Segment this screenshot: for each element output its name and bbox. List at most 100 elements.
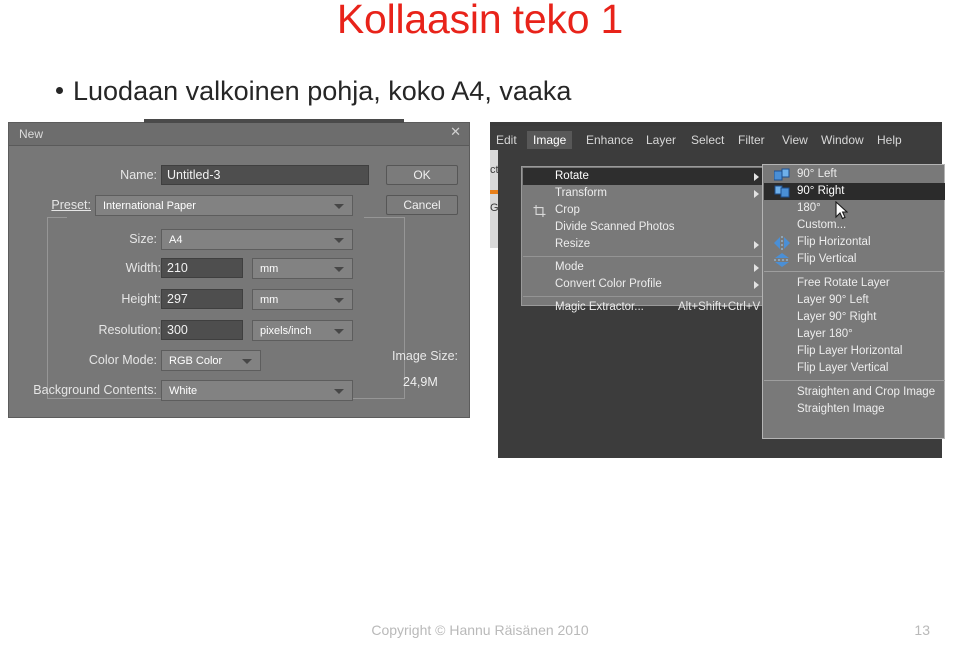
submenu-item-label: Flip Layer Horizontal <box>797 345 903 357</box>
submenu-item-layer-90-right[interactable]: Layer 90° Right <box>764 309 945 326</box>
menu-image[interactable]: Image <box>527 131 573 149</box>
menu-layer[interactable]: Layer <box>640 131 682 149</box>
width-label: Width: <box>125 261 161 275</box>
menu-enhance[interactable]: Enhance <box>580 131 639 149</box>
chevron-down-icon <box>242 359 252 364</box>
chevron-down-icon <box>334 329 344 334</box>
menu-item-label: Mode <box>555 261 584 273</box>
bullet-dot-icon <box>56 87 63 95</box>
height-unit-value: mm <box>260 294 279 306</box>
menu-item-label: Resize <box>555 238 591 250</box>
resolution-unit-dropdown[interactable]: pixels/inch <box>252 320 353 341</box>
submenu-item-label: Flip Vertical <box>797 253 857 265</box>
submenu-item-custom[interactable]: Custom... <box>764 217 945 234</box>
menu-item-mode[interactable]: Mode <box>523 259 766 276</box>
width-unit-dropdown[interactable]: mm <box>252 258 353 279</box>
height-label: Height: <box>121 292 161 306</box>
menu-view[interactable]: View <box>776 131 814 149</box>
menu-divider <box>523 296 766 297</box>
submenu-item-90-right[interactable]: 90° Right <box>764 183 945 200</box>
submenu-item-straighten-and-crop-image[interactable]: Straighten and Crop Image <box>764 384 945 401</box>
image-menu-dropdown: Rotate Transform Crop Divide Scanned Pho… <box>521 166 766 313</box>
submenu-item-straighten-image[interactable]: Straighten Image <box>764 401 945 418</box>
submenu-item-label: Free Rotate Layer <box>797 277 890 289</box>
submenu-item-label: Straighten Image <box>797 403 885 415</box>
dialog-body: Name: Untitled-3 Preset: International P… <box>9 145 469 419</box>
new-document-dialog: New ✕ Name: Untitled-3 Preset: Internati… <box>8 119 470 419</box>
background-contents-value: White <box>169 385 198 397</box>
cancel-button[interactable]: Cancel <box>386 195 458 215</box>
menu-item-transform[interactable]: Transform <box>523 185 766 202</box>
width-unit-value: mm <box>260 263 279 275</box>
width-input[interactable]: 210 <box>161 258 243 278</box>
field-row-name: Name: Untitled-3 <box>9 165 409 187</box>
bullet-text: Luodaan valkoinen pohja, koko A4, vaaka <box>73 76 572 106</box>
resolution-input[interactable]: 300 <box>161 320 243 340</box>
resolution-label: Resolution: <box>98 323 161 337</box>
rotate-right-icon <box>774 185 790 198</box>
menu-item-label: Magic Extractor... <box>555 301 644 313</box>
close-icon[interactable]: ✕ <box>450 125 461 139</box>
submenu-arrow-icon <box>754 190 759 198</box>
field-row-height: Height: 297 mm <box>9 289 429 311</box>
menu-filter[interactable]: Filter <box>732 131 771 149</box>
submenu-divider <box>764 271 945 272</box>
dialog-title: New <box>19 127 44 141</box>
ok-button[interactable]: OK <box>386 165 458 185</box>
submenu-item-flip-vertical[interactable]: Flip Vertical <box>764 251 945 268</box>
submenu-item-label: Layer 180° <box>797 328 853 340</box>
chevron-down-icon <box>334 389 344 394</box>
menu-item-convert-color-profile[interactable]: Convert Color Profile <box>523 276 766 293</box>
color-mode-dropdown[interactable]: RGB Color <box>161 350 261 371</box>
copyright-text: Copyright © Hannu Räisänen 2010 <box>371 622 589 638</box>
height-input[interactable]: 297 <box>161 289 243 309</box>
menu-item-magic-extractor[interactable]: Magic Extractor... Alt+Shift+Ctrl+V <box>523 299 766 316</box>
menu-edit[interactable]: Edit <box>490 131 523 149</box>
image-size-value: 24,9M <box>403 375 438 389</box>
menu-item-label: Divide Scanned Photos <box>555 221 675 233</box>
image-size-label: Image Size: <box>392 349 459 363</box>
rotate-left-icon <box>774 168 790 181</box>
submenu-item-layer-90-left[interactable]: Layer 90° Left <box>764 292 945 309</box>
menu-select[interactable]: Select <box>685 131 730 149</box>
submenu-item-flip-layer-horizontal[interactable]: Flip Layer Horizontal <box>764 343 945 360</box>
preset-label-text: Preset: <box>51 198 91 212</box>
submenu-item-90-left[interactable]: 90° Left <box>764 166 945 183</box>
menu-item-divide-scanned-photos[interactable]: Divide Scanned Photos <box>523 219 766 236</box>
submenu-item-free-rotate-layer[interactable]: Free Rotate Layer <box>764 275 945 292</box>
preset-dropdown[interactable]: International Paper <box>95 195 353 216</box>
group-frame-top-right <box>364 217 405 218</box>
submenu-item-flip-horizontal[interactable]: Flip Horizontal <box>764 234 945 251</box>
menu-item-crop[interactable]: Crop <box>523 202 766 219</box>
submenu-arrow-icon <box>754 264 759 272</box>
chevron-down-icon <box>334 238 344 243</box>
submenu-item-label: Layer 90° Left <box>797 294 869 306</box>
submenu-item-layer-180[interactable]: Layer 180° <box>764 326 945 343</box>
field-row-width: Width: 210 mm <box>9 258 429 280</box>
size-label: Size: <box>129 232 157 246</box>
menu-item-label: Transform <box>555 187 607 199</box>
menu-help[interactable]: Help <box>871 131 908 149</box>
background-contents-dropdown[interactable]: White <box>161 380 353 401</box>
menu-window[interactable]: Window <box>815 131 870 149</box>
menu-item-label: Crop <box>555 204 580 216</box>
name-label: Name: <box>120 168 157 182</box>
bullet-item: Luodaan valkoinen pohja, koko A4, vaaka <box>56 76 916 107</box>
size-dropdown[interactable]: A4 <box>161 229 353 250</box>
height-unit-dropdown[interactable]: mm <box>252 289 353 310</box>
menu-item-label: Convert Color Profile <box>555 278 662 290</box>
submenu-item-flip-layer-vertical[interactable]: Flip Layer Vertical <box>764 360 945 377</box>
mouse-pointer-icon <box>835 201 848 220</box>
name-input[interactable]: Untitled-3 <box>161 165 369 185</box>
menu-item-resize[interactable]: Resize <box>523 236 766 253</box>
submenu-arrow-icon <box>754 281 759 289</box>
background-contents-label: Background Contents: <box>33 383 157 397</box>
chevron-down-icon <box>334 298 344 303</box>
field-row-size: Size: A4 <box>9 229 409 251</box>
page-title: Kollaasin teko 1 <box>336 0 624 42</box>
submenu-item-180[interactable]: 180° <box>764 200 945 217</box>
submenu-item-label: Flip Horizontal <box>797 236 871 248</box>
field-row-preset: Preset: International Paper <box>9 195 409 217</box>
menu-item-rotate[interactable]: Rotate <box>523 168 766 185</box>
rotate-submenu: 90° Left 90° Right 180° Custom... Flip H… <box>762 164 945 439</box>
